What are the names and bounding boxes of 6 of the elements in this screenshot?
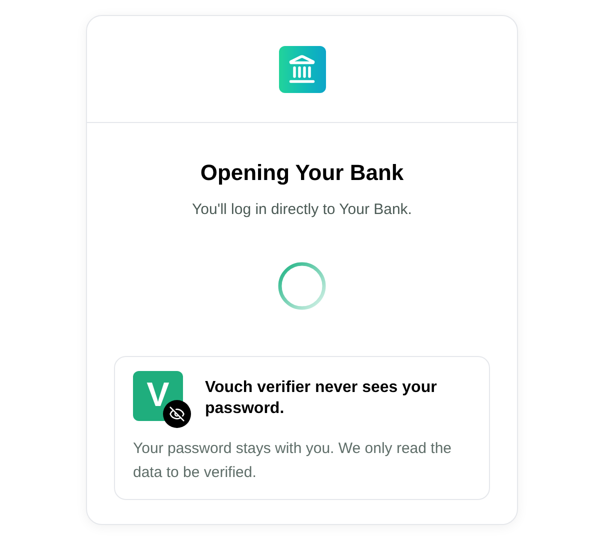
dialog-subtitle: You'll log in directly to Your Bank.: [192, 200, 412, 220]
notice-body: Your password stays with you. We only read the data to be verified.: [133, 438, 453, 482]
dialog-title: Opening Your Bank: [200, 159, 404, 187]
loading-spinner-icon: [278, 262, 326, 310]
notice-heading: Vouch verifier never sees your password.: [205, 378, 438, 418]
bank-icon: [278, 46, 326, 92]
